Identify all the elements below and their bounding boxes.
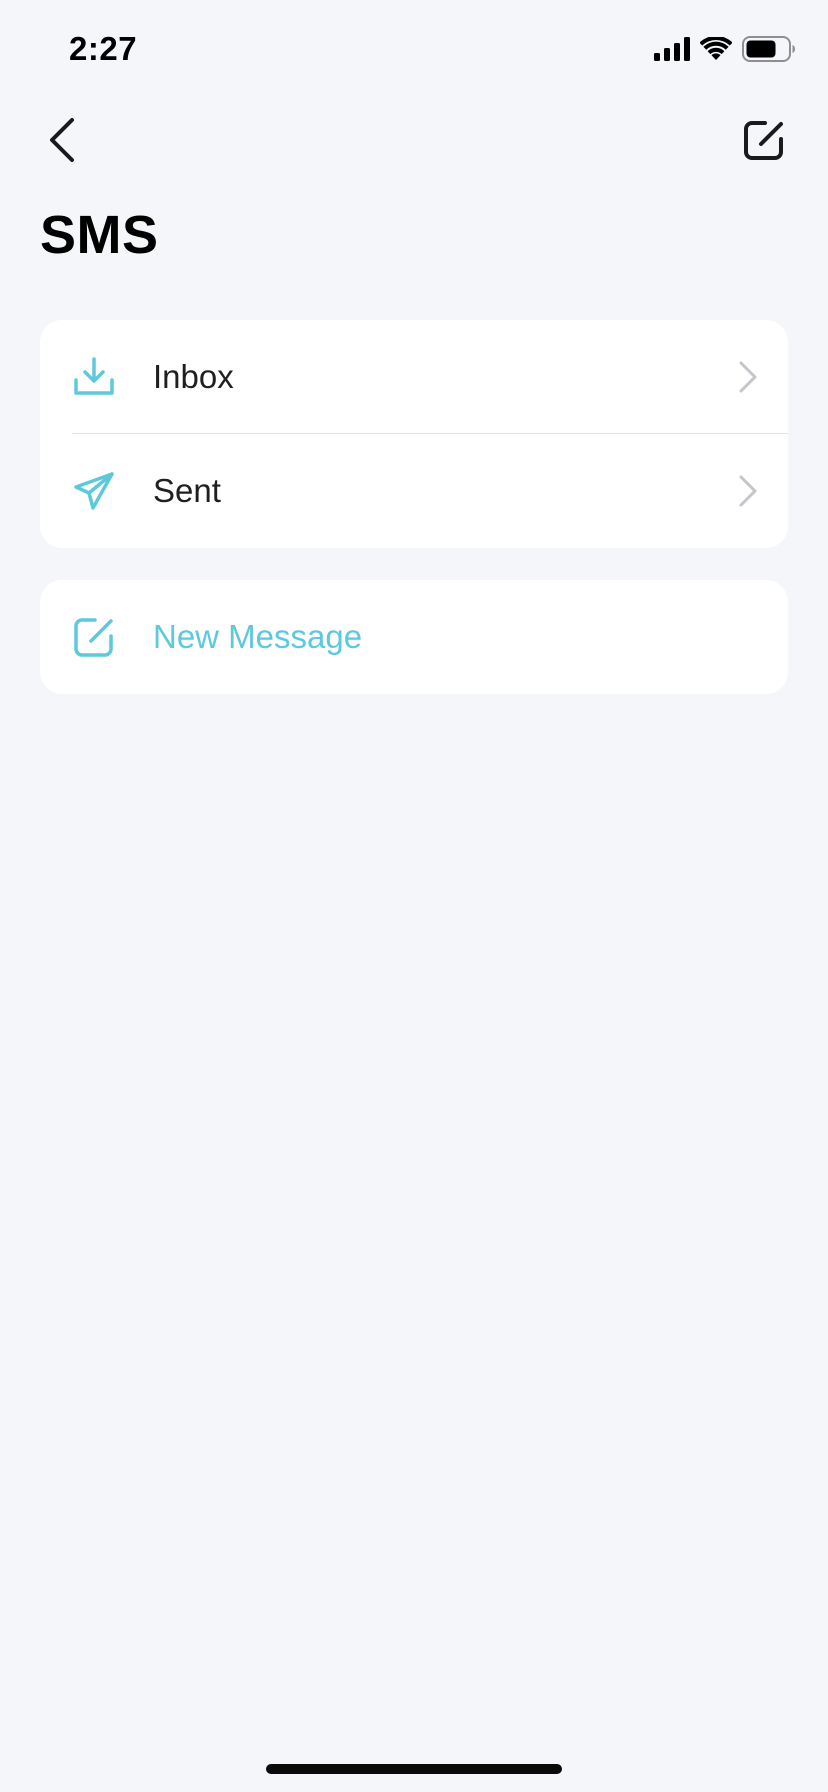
battery-icon [742, 36, 795, 62]
status-time: 2:27 [69, 30, 138, 67]
sent-row[interactable]: Sent [40, 434, 788, 548]
new-message-card: New Message [40, 580, 788, 694]
paper-plane-icon [72, 469, 116, 513]
chevron-left-icon [50, 118, 74, 162]
inbox-row[interactable]: Inbox [40, 320, 788, 434]
back-button[interactable] [40, 112, 84, 168]
page-title: SMS [40, 205, 159, 265]
new-message-button[interactable]: New Message [40, 580, 788, 694]
folders-card: Inbox Sent [40, 320, 788, 548]
chevron-right-icon [739, 475, 757, 507]
home-indicator [266, 1764, 562, 1774]
wifi-icon [700, 37, 732, 60]
new-message-label: New Message [153, 618, 363, 655]
cellular-signal-icon [654, 37, 690, 61]
compose-icon [744, 121, 783, 160]
inbox-label: Inbox [153, 358, 234, 395]
compose-icon [72, 615, 116, 659]
sent-label: Sent [153, 472, 221, 509]
compose-button[interactable] [740, 116, 788, 164]
chevron-right-icon [739, 361, 757, 393]
download-tray-icon [72, 355, 116, 399]
sms-screen: 2:27 SMS Inbox Sent New Message [0, 0, 828, 1792]
status-icons [654, 36, 796, 62]
status-bar: 2:27 [0, 0, 828, 96]
